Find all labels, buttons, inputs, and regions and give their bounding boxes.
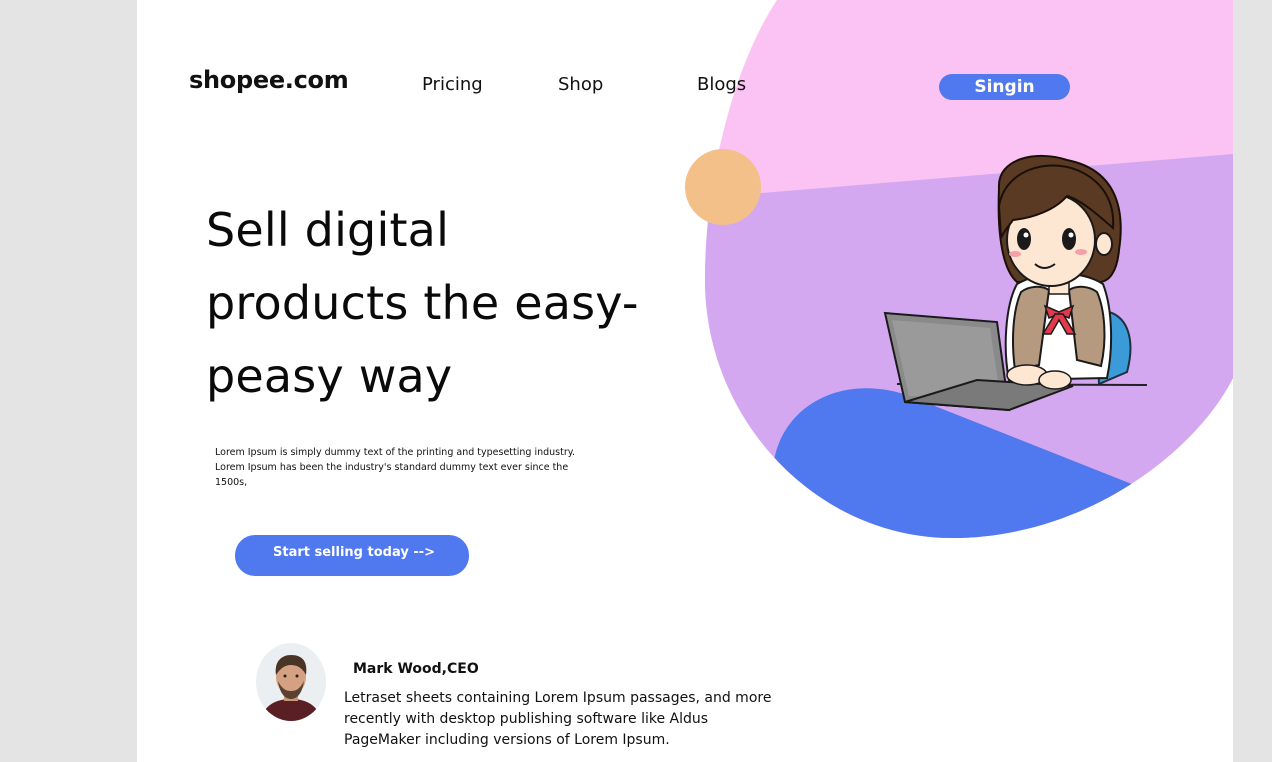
testimonial-quote: Letraset sheets containing Lorem Ipsum p… bbox=[344, 690, 772, 748]
nav-link-blogs[interactable]: Blogs bbox=[697, 74, 746, 95]
start-selling-button[interactable]: Start selling today --> bbox=[235, 535, 469, 576]
landing-page: shopee.com Pricing Shop Blogs Singin Sel… bbox=[137, 0, 1233, 762]
hero-headline: Sell digital products the easy-peasy way bbox=[206, 203, 639, 403]
site-logo[interactable]: shopee.com bbox=[189, 66, 349, 94]
peach-circle bbox=[685, 149, 761, 225]
person-avatar bbox=[256, 643, 326, 721]
woman-with-laptop-illustration bbox=[883, 154, 1148, 412]
testimonial-author: Mark Wood,CEO bbox=[353, 661, 479, 677]
nav-link-shop[interactable]: Shop bbox=[558, 74, 603, 95]
hero-description: Lorem Ipsum is simply dummy text of the … bbox=[215, 447, 576, 488]
signin-button[interactable]: Singin bbox=[939, 74, 1070, 100]
nav-link-pricing[interactable]: Pricing bbox=[422, 74, 483, 95]
